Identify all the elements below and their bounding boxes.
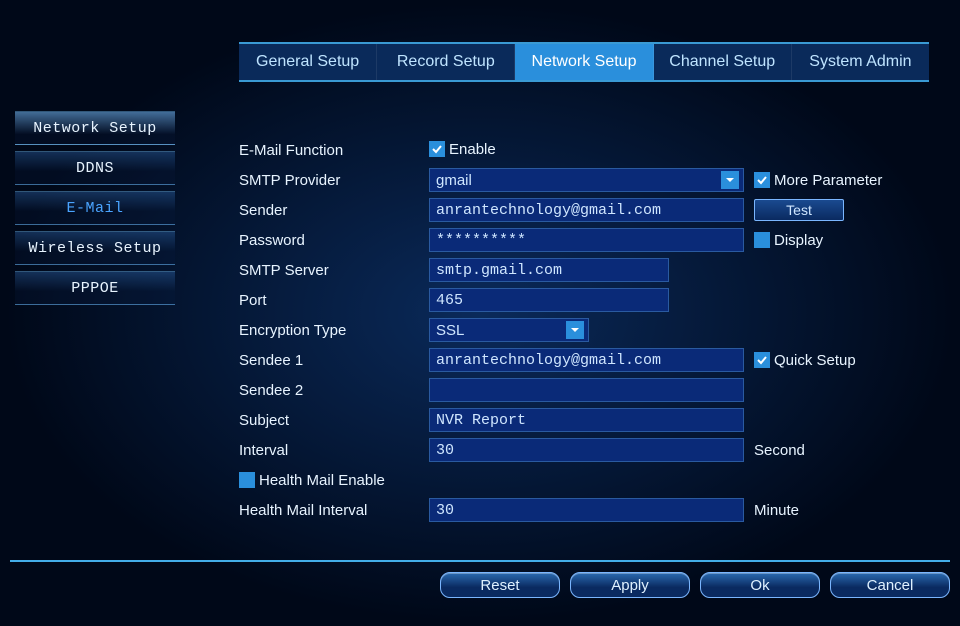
quick-setup-label: Quick Setup xyxy=(774,352,856,369)
sidebar-item-network-setup[interactable]: Network Setup xyxy=(15,111,175,145)
tab-general-setup[interactable]: General Setup xyxy=(239,44,377,80)
apply-button[interactable]: Apply xyxy=(570,572,690,598)
divider-line xyxy=(10,560,950,562)
enable-checkbox-wrap[interactable]: Enable xyxy=(429,141,496,158)
sidebar: Network Setup DDNS E-Mail Wireless Setup… xyxy=(15,111,175,305)
password-label: Password xyxy=(239,232,429,249)
email-function-label: E-Mail Function xyxy=(239,142,429,159)
tab-channel-setup[interactable]: Channel Setup xyxy=(654,44,792,80)
display-checkbox-wrap[interactable]: Display xyxy=(754,232,823,249)
interval-input[interactable] xyxy=(429,438,744,462)
sender-input[interactable] xyxy=(429,198,744,222)
email-settings-form: E-Mail Function Enable SMTP Provider gma… xyxy=(239,135,929,525)
sendee2-input[interactable] xyxy=(429,378,744,402)
top-tabs: General Setup Record Setup Network Setup… xyxy=(239,42,929,82)
health-mail-interval-label: Health Mail Interval xyxy=(239,502,429,519)
interval-unit: Second xyxy=(754,442,805,459)
subject-label: Subject xyxy=(239,412,429,429)
encryption-type-label: Encryption Type xyxy=(239,322,429,339)
cancel-button[interactable]: Cancel xyxy=(830,572,950,598)
health-mail-enable-label: Health Mail Enable xyxy=(259,472,385,489)
ok-button[interactable]: Ok xyxy=(700,572,820,598)
smtp-server-label: SMTP Server xyxy=(239,262,429,279)
enable-label: Enable xyxy=(449,141,496,158)
sendee1-label: Sendee 1 xyxy=(239,352,429,369)
tab-network-setup[interactable]: Network Setup xyxy=(515,44,653,80)
sidebar-item-pppoe[interactable]: PPPOE xyxy=(15,271,175,305)
checkmark-icon xyxy=(429,141,445,157)
smtp-provider-label: SMTP Provider xyxy=(239,172,429,189)
tab-record-setup[interactable]: Record Setup xyxy=(377,44,515,80)
reset-button[interactable]: Reset xyxy=(440,572,560,598)
checkbox-empty-icon xyxy=(239,472,255,488)
port-input[interactable] xyxy=(429,288,669,312)
checkbox-empty-icon xyxy=(754,232,770,248)
quick-setup-checkbox-wrap[interactable]: Quick Setup xyxy=(754,352,856,369)
port-label: Port xyxy=(239,292,429,309)
sidebar-item-wireless-setup[interactable]: Wireless Setup xyxy=(15,231,175,265)
footer-buttons: Reset Apply Ok Cancel xyxy=(0,572,950,598)
sendee1-input[interactable] xyxy=(429,348,744,372)
interval-label: Interval xyxy=(239,442,429,459)
sidebar-item-email[interactable]: E-Mail xyxy=(15,191,175,225)
health-mail-interval-input[interactable] xyxy=(429,498,744,522)
subject-input[interactable] xyxy=(429,408,744,432)
health-mail-interval-unit: Minute xyxy=(754,502,799,519)
encryption-type-select[interactable]: SSL xyxy=(429,318,589,342)
sendee2-label: Sendee 2 xyxy=(239,382,429,399)
password-input[interactable] xyxy=(429,228,744,252)
smtp-provider-value: gmail xyxy=(436,172,472,189)
smtp-server-input[interactable] xyxy=(429,258,669,282)
smtp-provider-select[interactable]: gmail xyxy=(429,168,744,192)
chevron-down-icon xyxy=(566,321,584,339)
sender-label: Sender xyxy=(239,202,429,219)
encryption-type-value: SSL xyxy=(436,322,464,339)
sidebar-item-ddns[interactable]: DDNS xyxy=(15,151,175,185)
checkmark-icon xyxy=(754,352,770,368)
chevron-down-icon xyxy=(721,171,739,189)
more-parameter-checkbox-wrap[interactable]: More Parameter xyxy=(754,172,882,189)
more-parameter-label: More Parameter xyxy=(774,172,882,189)
display-label: Display xyxy=(774,232,823,249)
health-mail-enable-checkbox-wrap[interactable]: Health Mail Enable xyxy=(239,472,385,489)
checkmark-icon xyxy=(754,172,770,188)
test-button[interactable]: Test xyxy=(754,199,844,221)
tab-system-admin[interactable]: System Admin xyxy=(792,44,929,80)
